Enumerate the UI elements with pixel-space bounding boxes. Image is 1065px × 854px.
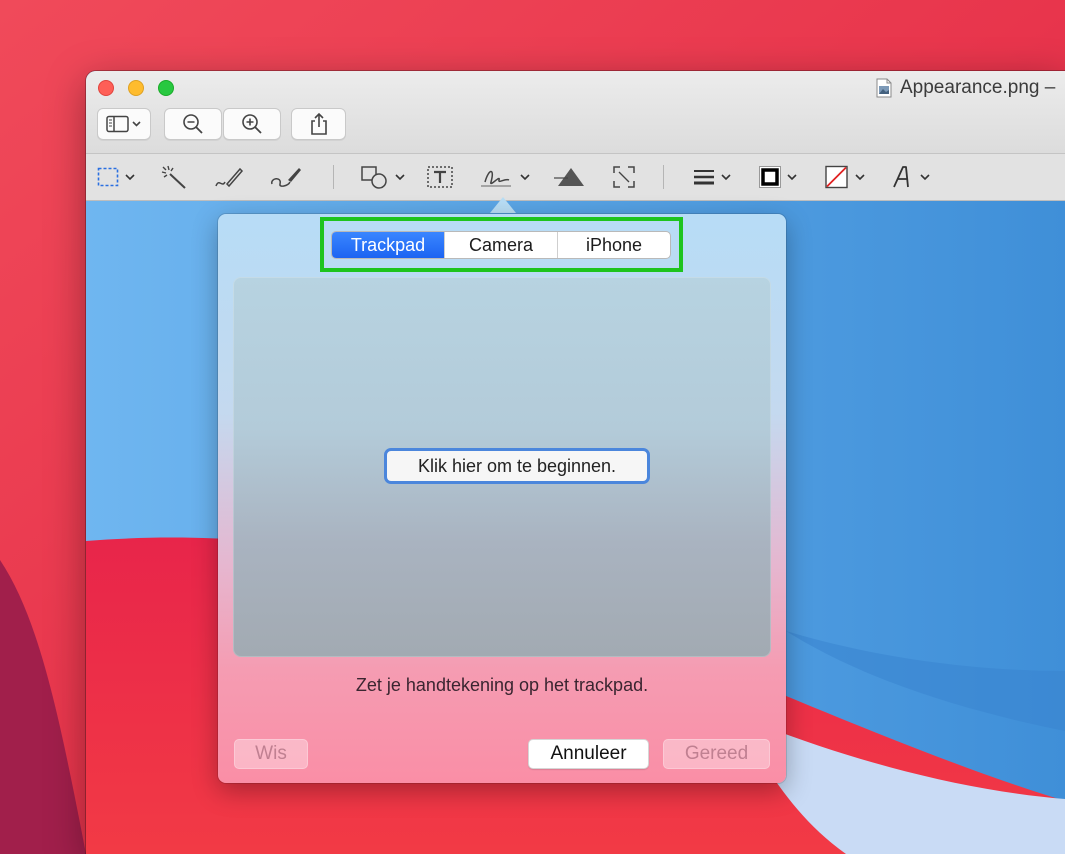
- done-button[interactable]: Gereed: [663, 739, 770, 769]
- shapes-icon: [361, 166, 387, 189]
- rectangular-selection-icon: [97, 167, 119, 187]
- cancel-button[interactable]: Annuleer: [528, 739, 649, 769]
- signature-drawing-area[interactable]: Klik hier om te beginnen.: [233, 277, 771, 657]
- zoom-window-button[interactable]: [158, 80, 174, 96]
- draw-icon: [271, 168, 301, 187]
- title-bar: Appearance.png –: [86, 71, 1065, 154]
- chevron-down-icon: [395, 174, 405, 181]
- share-icon: [310, 112, 327, 135]
- adjust-size-button[interactable]: [611, 162, 637, 192]
- minimize-window-button[interactable]: [128, 80, 144, 96]
- chevron-down-icon: [125, 174, 135, 181]
- signature-popover: Trackpad Camera iPhone Klik hier om te b…: [218, 214, 786, 783]
- image-file-icon: [876, 78, 892, 98]
- share-button[interactable]: [291, 108, 346, 140]
- shape-style-icon: [694, 170, 714, 185]
- signature-icon: [481, 170, 511, 187]
- markup-toolbar: [86, 154, 1065, 201]
- toolbar-divider: [663, 165, 664, 189]
- window-title: Appearance.png –: [876, 77, 1055, 99]
- clear-button[interactable]: Wis: [234, 739, 308, 769]
- chevron-down-icon: [520, 174, 530, 181]
- zoom-out-icon: [183, 114, 203, 134]
- popover-arrow: [490, 197, 516, 213]
- draw-tool-button[interactable]: [268, 162, 304, 192]
- chevron-down-icon: [787, 174, 797, 181]
- sidebar-icon: [106, 115, 141, 133]
- instant-alpha-icon: [161, 165, 186, 189]
- chevron-down-icon: [721, 174, 731, 181]
- chevron-down-icon: [920, 174, 930, 181]
- text-box-icon: [427, 166, 453, 188]
- border-color-icon: [759, 166, 781, 188]
- chevron-down-icon: [855, 174, 865, 181]
- text-style-icon: [893, 166, 909, 188]
- zoom-in-icon: [242, 114, 262, 134]
- start-signing-button[interactable]: Klik hier om te beginnen.: [384, 448, 650, 484]
- adjust-color-button[interactable]: [554, 162, 588, 192]
- fill-color-icon: [825, 165, 848, 189]
- signature-hint-text: Zet je handtekening op het trackpad.: [355, 675, 649, 695]
- annotation-highlight-box: [320, 217, 683, 272]
- close-window-button[interactable]: [98, 80, 114, 96]
- window-title-text: Appearance.png –: [900, 77, 1056, 98]
- sidebar-toggle-button[interactable]: [97, 108, 151, 140]
- text-box-button[interactable]: [426, 162, 454, 192]
- border-color-button[interactable]: [758, 162, 798, 192]
- shape-style-button[interactable]: [692, 162, 732, 192]
- selection-tool-button[interactable]: [96, 162, 136, 192]
- instant-alpha-button[interactable]: [160, 162, 188, 192]
- toolbar-divider: [333, 165, 334, 189]
- sketch-tool-button[interactable]: [213, 162, 245, 192]
- signature-tool-button[interactable]: [479, 162, 531, 192]
- shapes-tool-button[interactable]: [360, 162, 406, 192]
- adjust-color-icon: [554, 168, 584, 186]
- zoom-in-button[interactable]: [223, 108, 281, 140]
- fill-color-button[interactable]: [824, 162, 866, 192]
- sketch-icon: [215, 167, 244, 188]
- preview-window: Appearance.png – Trackpad Camera iPhone …: [86, 71, 1065, 854]
- text-style-button[interactable]: [891, 162, 931, 192]
- zoom-out-button[interactable]: [164, 108, 222, 140]
- adjust-size-icon: [613, 166, 635, 188]
